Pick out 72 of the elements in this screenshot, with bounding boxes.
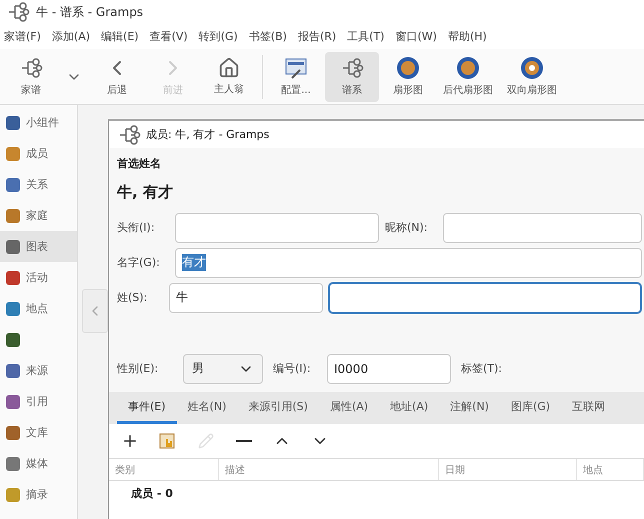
input-field[interactable] — [443, 212, 642, 242]
menu-item[interactable]: 书签(B) — [244, 29, 294, 44]
toolbar-button[interactable]: 家谱 — [4, 52, 58, 102]
fan-chart-icon — [520, 56, 544, 80]
dialog-title: 成员: 牛, 有才 - Gramps — [146, 127, 270, 142]
edit-icon — [198, 433, 214, 449]
menu-item[interactable]: 报告(R) — [294, 29, 344, 44]
sidebar-item[interactable]: 家庭 — [0, 200, 77, 231]
toolbar-button[interactable]: 配置... — [269, 52, 323, 102]
sidebar-item[interactable]: 图表 — [0, 231, 77, 262]
column-header[interactable]: 类别 — [109, 459, 219, 480]
fan-chart-icon — [396, 56, 420, 80]
menu-item[interactable]: 编辑(E) — [97, 29, 146, 44]
field-label: 标签(T): — [461, 361, 502, 376]
tree-icon — [340, 56, 364, 80]
menu-item[interactable]: 查看(V) — [146, 29, 195, 44]
field-label: 编号(I): — [273, 361, 312, 376]
app-icon — [6, 0, 30, 24]
sidebar-item[interactable]: 活动 — [0, 262, 77, 293]
field-label: 姓(S): — [117, 290, 148, 305]
window-title: 牛 - 谱系 - Gramps — [36, 4, 144, 20]
gender-select[interactable]: 男 — [183, 354, 263, 384]
input-field[interactable] — [175, 212, 379, 242]
tab[interactable]: 地址(A) — [379, 392, 440, 424]
group-row[interactable]: 成员 - 0 — [109, 481, 644, 501]
menu-item[interactable]: 工具(T) — [343, 29, 392, 44]
toolbar-button[interactable]: 谱系 — [325, 52, 379, 102]
input-field[interactable]: 牛 — [169, 282, 323, 312]
field-label: 头衔(I): — [117, 220, 156, 235]
input-field[interactable]: I0000 — [327, 354, 451, 384]
menu-item[interactable]: 添加(A) — [48, 29, 98, 44]
menu-item[interactable]: 窗口(W) — [391, 29, 444, 44]
menu-item[interactable]: 帮助(H) — [444, 29, 494, 44]
column-header[interactable]: 描述 — [219, 459, 439, 480]
home-icon — [218, 57, 240, 79]
tab[interactable]: 互联网 — [561, 392, 616, 424]
toolbar-button[interactable]: 后代扇形图 — [437, 52, 499, 102]
tab[interactable]: 来源引用(S) — [237, 392, 319, 424]
toolbar-button[interactable]: 后退 — [90, 52, 144, 102]
column-header[interactable]: 地点 — [577, 459, 644, 480]
sidebar-item[interactable]: 引用 — [0, 386, 77, 417]
sidebar-item[interactable]: 小组件 — [0, 107, 77, 138]
app-icon — [117, 122, 141, 146]
sidebar-item[interactable]: 摘录 — [0, 479, 77, 510]
toolbar-button[interactable]: 双向扇形图 — [501, 52, 563, 102]
column-header[interactable]: 日期 — [439, 459, 577, 480]
window-icon — [284, 56, 308, 80]
menu-item[interactable]: 转到(G) — [194, 29, 245, 44]
tab[interactable]: 注解(N) — [439, 392, 500, 424]
toolbar-button[interactable]: 扇形图 — [381, 52, 435, 102]
field-label: 性别(E): — [117, 361, 160, 376]
sidebar-item[interactable]: 关系 — [0, 169, 77, 200]
sidebar-item[interactable]: 地点 — [0, 293, 77, 324]
fan-chart-icon — [456, 56, 480, 80]
toolbar-button[interactable]: 主人翁 — [202, 52, 256, 102]
menu-item[interactable]: 家谱(F) — [0, 29, 48, 44]
sidebar-item[interactable]: 媒体 — [0, 448, 77, 479]
sidebar-item[interactable]: 成员 — [0, 138, 77, 169]
field-label: 名字(G): — [117, 255, 161, 270]
collapse-handle[interactable] — [82, 289, 108, 333]
tab[interactable]: 属性(A) — [318, 392, 380, 424]
sidebar-item[interactable]: 文库 — [0, 417, 77, 448]
sidebar-item[interactable]: 来源 — [0, 355, 77, 386]
input-field[interactable]: 有才 — [175, 248, 642, 278]
field-label: 昵称(N): — [385, 220, 429, 235]
section-heading: 首选姓名 — [117, 156, 162, 171]
input-field[interactable] — [329, 282, 641, 312]
tree-icon — [19, 56, 43, 80]
tab[interactable]: 图库(G) — [500, 392, 562, 424]
person-name: 牛, 有才 — [117, 183, 174, 202]
add-icon — [121, 432, 139, 450]
tab[interactable]: 姓名(N) — [176, 392, 238, 424]
